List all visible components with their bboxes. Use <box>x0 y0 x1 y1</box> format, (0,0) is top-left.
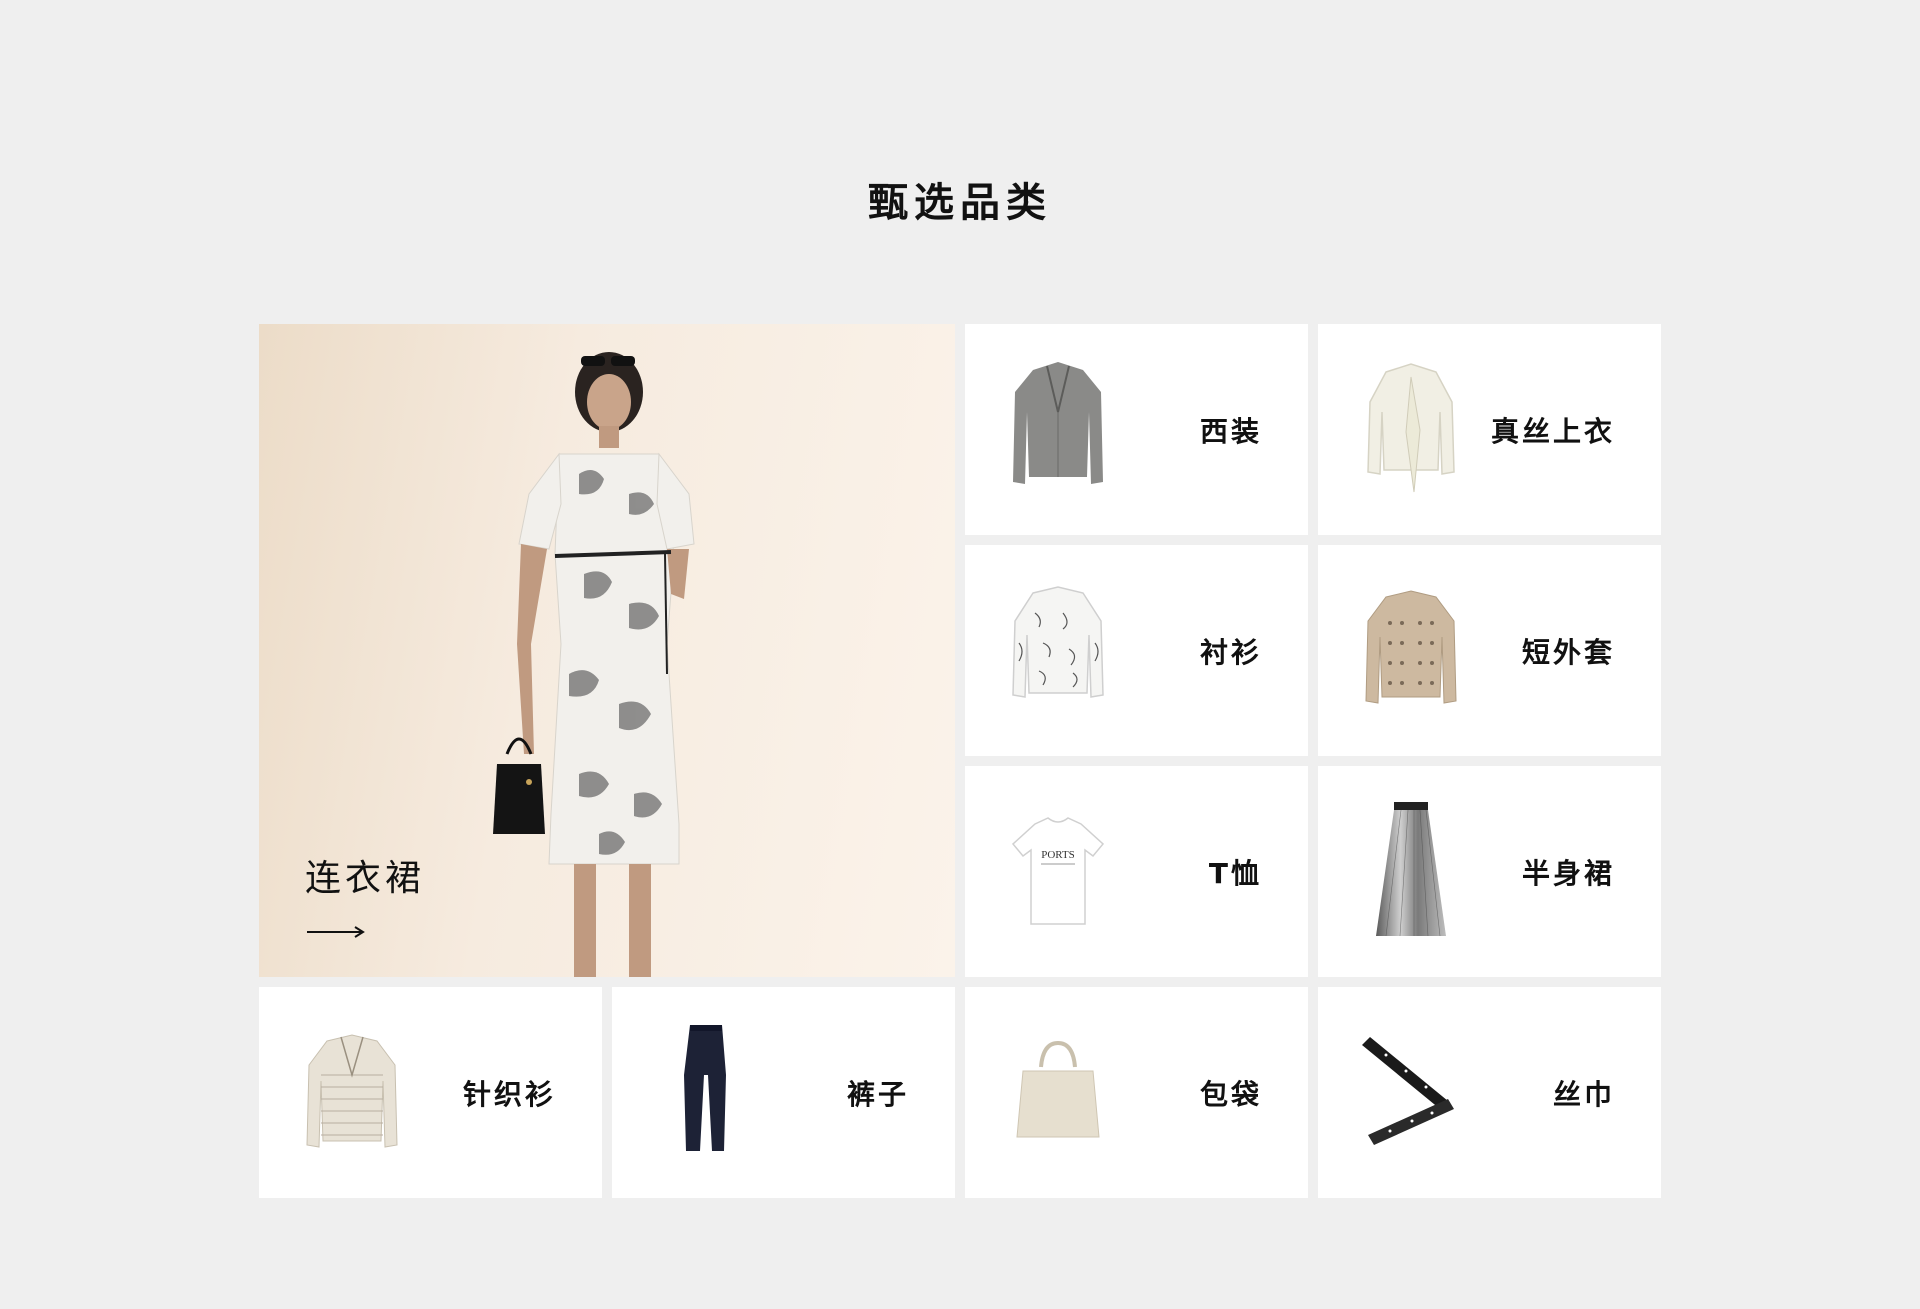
category-grid: 连衣裙 西装 真丝上衣 衬衫 短外套 PORTS T恤 半身裙 针织衫 裤子 包… <box>259 324 1662 1198</box>
category-label: 短外套 <box>1521 635 1615 669</box>
category-label: T恤 <box>1208 856 1262 890</box>
category-card-short-jacket[interactable]: 短外套 <box>1318 545 1661 756</box>
category-label: 衬衫 <box>1199 635 1262 669</box>
dress-model-image <box>493 352 695 977</box>
category-card-knit[interactable]: 针织衫 <box>259 987 602 1198</box>
category-label: 半身裙 <box>1521 856 1615 890</box>
tshirt-print-text: PORTS <box>1041 849 1075 861</box>
category-card-suit[interactable]: 西装 <box>965 324 1308 535</box>
category-card-scarf[interactable]: 丝巾 <box>1318 987 1661 1198</box>
category-label: 裤子 <box>846 1077 909 1111</box>
feature-label: 连衣裙 <box>305 858 426 899</box>
category-label: 真丝上衣 <box>1490 414 1615 448</box>
category-card-trousers[interactable]: 裤子 <box>612 987 955 1198</box>
blazer-icon <box>1013 362 1103 484</box>
page: 甄选品类 连衣裙 西装 真丝上衣 衬衫 短外套 PORTS T恤 半身裙 针织衫… <box>0 0 1920 1309</box>
category-card-tshirt[interactable]: PORTS T恤 <box>965 766 1308 977</box>
category-card-skirt[interactable]: 半身裙 <box>1318 766 1661 977</box>
skirt-icon <box>1376 802 1446 937</box>
category-card-shirt[interactable]: 衬衫 <box>965 545 1308 756</box>
knit-cardigan-icon <box>306 1034 398 1148</box>
trousers-icon <box>684 1025 726 1151</box>
category-label: 针织衫 <box>462 1077 556 1111</box>
section-title: 甄选品类 <box>868 180 1052 226</box>
category-card-bag[interactable]: 包袋 <box>965 987 1308 1198</box>
category-label: 包袋 <box>1199 1077 1262 1111</box>
silk-scarf-icon <box>1362 1037 1454 1145</box>
category-card-dress[interactable]: 连衣裙 <box>259 324 955 977</box>
silk-blouse-icon <box>1367 363 1455 493</box>
short-jacket-icon <box>1365 590 1457 704</box>
category-label: 西装 <box>1199 414 1262 448</box>
tshirt-icon: PORTS <box>1011 817 1105 925</box>
category-label: 丝巾 <box>1552 1077 1615 1111</box>
shirt-icon <box>1012 586 1104 698</box>
category-card-silk-blouse[interactable]: 真丝上衣 <box>1318 324 1661 535</box>
handbag-icon <box>1016 1040 1100 1138</box>
arrow-right-icon[interactable] <box>307 922 367 942</box>
